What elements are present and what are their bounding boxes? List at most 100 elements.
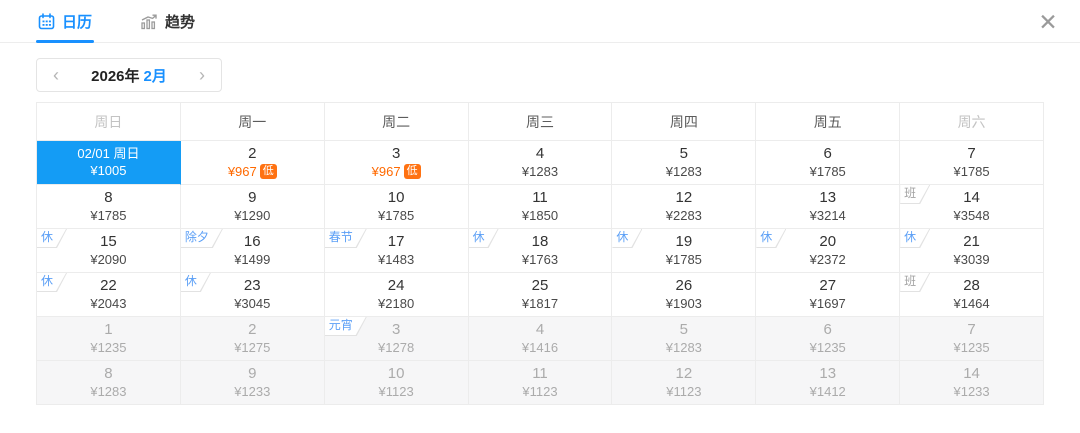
day-number: 28	[963, 277, 980, 296]
next-month-button[interactable]: ›	[197, 66, 207, 84]
workday-tag: 班	[900, 273, 930, 292]
day-cell[interactable]: 6¥1785	[756, 141, 900, 185]
day-cell[interactable]: 26¥1903	[612, 273, 756, 317]
day-cell[interactable]: 班14¥3548	[900, 185, 1044, 229]
weekday-header: 周四	[612, 103, 756, 141]
day-cell[interactable]: 班 28¥1464	[900, 273, 1044, 317]
day-number: 02/01 周日	[77, 146, 139, 162]
day-cell[interactable]: 休22¥2043	[37, 273, 181, 317]
day-cell[interactable]: 休20¥2372	[756, 229, 900, 273]
day-cell[interactable]: 休23¥3045	[181, 273, 325, 317]
current-month-label: 2026年2月	[91, 65, 167, 86]
day-cell[interactable]: 7¥1235	[900, 317, 1044, 361]
tab-calendar[interactable]: 日历	[36, 0, 94, 42]
day-number: 11	[532, 365, 548, 384]
weekday-header: 周六	[900, 103, 1044, 141]
day-cell[interactable]: 8¥1785	[37, 185, 181, 229]
day-cell[interactable]: 4¥1283	[469, 141, 613, 185]
day-cell[interactable]: 14¥1233	[900, 361, 1044, 405]
day-cell[interactable]: 25¥1817	[469, 273, 613, 317]
day-cell[interactable]: 12¥2283	[612, 185, 756, 229]
day-cell[interactable]: 10¥1123	[325, 361, 469, 405]
price-label: ¥1283	[522, 164, 558, 180]
day-number: 20	[819, 233, 836, 252]
day-cell[interactable]: 休15¥2090	[37, 229, 181, 273]
price-label: ¥3548	[953, 208, 989, 224]
price-label: ¥1464	[953, 296, 989, 312]
day-number: 27	[819, 277, 836, 296]
price-label: ¥2283	[666, 208, 702, 224]
holiday-tag: 除夕	[181, 229, 223, 248]
price-label: ¥1785	[90, 208, 126, 224]
prev-month-button[interactable]: ‹	[51, 66, 61, 84]
price-label: ¥1499	[234, 252, 270, 268]
price-label: ¥2090	[90, 252, 126, 268]
day-cell[interactable]: 9¥1290	[181, 185, 325, 229]
day-cell[interactable]: 10¥1785	[325, 185, 469, 229]
month-navigator: ‹ 2026年2月 ›	[36, 58, 222, 92]
price-label: ¥1235	[953, 340, 989, 356]
day-cell[interactable]: 休18¥1763	[469, 229, 613, 273]
price-label: ¥1278	[378, 340, 414, 356]
day-number: 8	[104, 189, 112, 208]
day-cell[interactable]: 13¥1412	[756, 361, 900, 405]
price-label: ¥1483	[378, 252, 414, 268]
calendar-icon	[38, 13, 55, 30]
close-icon[interactable]: ✕	[1034, 8, 1062, 36]
price-label: ¥1785	[953, 164, 989, 180]
holiday-tag: 休	[900, 229, 930, 248]
day-number: 22	[100, 277, 117, 296]
price-label: ¥1005	[90, 163, 126, 179]
day-cell[interactable]: 11¥1850	[469, 185, 613, 229]
day-number: 19	[676, 233, 693, 252]
day-cell[interactable]: 2¥1275	[181, 317, 325, 361]
tab-trend[interactable]: 趋势	[138, 0, 197, 42]
day-number: 4	[536, 145, 544, 164]
price-label: ¥1123	[666, 384, 701, 400]
day-cell[interactable]: 7¥1785	[900, 141, 1044, 185]
day-cell[interactable]: 除夕16¥1499	[181, 229, 325, 273]
price-label: ¥3045	[234, 296, 270, 312]
price-label: ¥967低	[228, 164, 277, 180]
day-number: 12	[676, 189, 693, 208]
day-cell[interactable]: 元宵3¥1278	[325, 317, 469, 361]
day-cell[interactable]: 12¥1123	[612, 361, 756, 405]
day-cell[interactable]: 6¥1235	[756, 317, 900, 361]
day-cell[interactable]: 8¥1283	[37, 361, 181, 405]
day-cell[interactable]: 24¥2180	[325, 273, 469, 317]
day-cell[interactable]: 27¥1697	[756, 273, 900, 317]
day-number: 12	[676, 365, 693, 384]
day-cell[interactable]: 休21¥3039	[900, 229, 1044, 273]
calendar-grid: 周日周一周二周三周四周五周六02/01 周日¥10052¥967低3¥967低4…	[36, 102, 1044, 405]
day-number: 1	[104, 321, 112, 340]
day-cell[interactable]: 休19¥1785	[612, 229, 756, 273]
topbar: 日历 趋势 ✕	[0, 0, 1080, 43]
day-cell[interactable]: 02/01 周日¥1005	[37, 141, 181, 185]
day-number: 2	[248, 145, 256, 164]
day-cell[interactable]: 3¥967低	[325, 141, 469, 185]
day-number: 26	[676, 277, 693, 296]
day-cell[interactable]: 5¥1283	[612, 317, 756, 361]
price-label: ¥1123	[379, 384, 414, 400]
day-number: 18	[532, 233, 549, 252]
price-label: ¥1283	[666, 340, 702, 356]
day-number: 5	[680, 145, 688, 164]
day-cell[interactable]: 5¥1283	[612, 141, 756, 185]
day-cell[interactable]: 春节17¥1483	[325, 229, 469, 273]
day-cell[interactable]: 9¥1233	[181, 361, 325, 405]
day-cell[interactable]: 1¥1235	[37, 317, 181, 361]
tab-calendar-label: 日历	[62, 11, 92, 32]
day-cell[interactable]: 2¥967低	[181, 141, 325, 185]
day-number: 6	[824, 145, 832, 164]
price-label: ¥1416	[522, 340, 558, 356]
price-label: ¥2043	[90, 296, 126, 312]
price-label: ¥3039	[953, 252, 989, 268]
holiday-tag: 休	[469, 229, 499, 248]
day-cell[interactable]: 13¥3214	[756, 185, 900, 229]
day-cell[interactable]: 4¥1416	[469, 317, 613, 361]
day-cell[interactable]: 11¥1123	[469, 361, 613, 405]
holiday-tag: 休	[612, 229, 642, 248]
weekday-header: 周三	[469, 103, 613, 141]
day-number: 8	[104, 365, 112, 384]
holiday-tag: 春节	[325, 229, 367, 248]
